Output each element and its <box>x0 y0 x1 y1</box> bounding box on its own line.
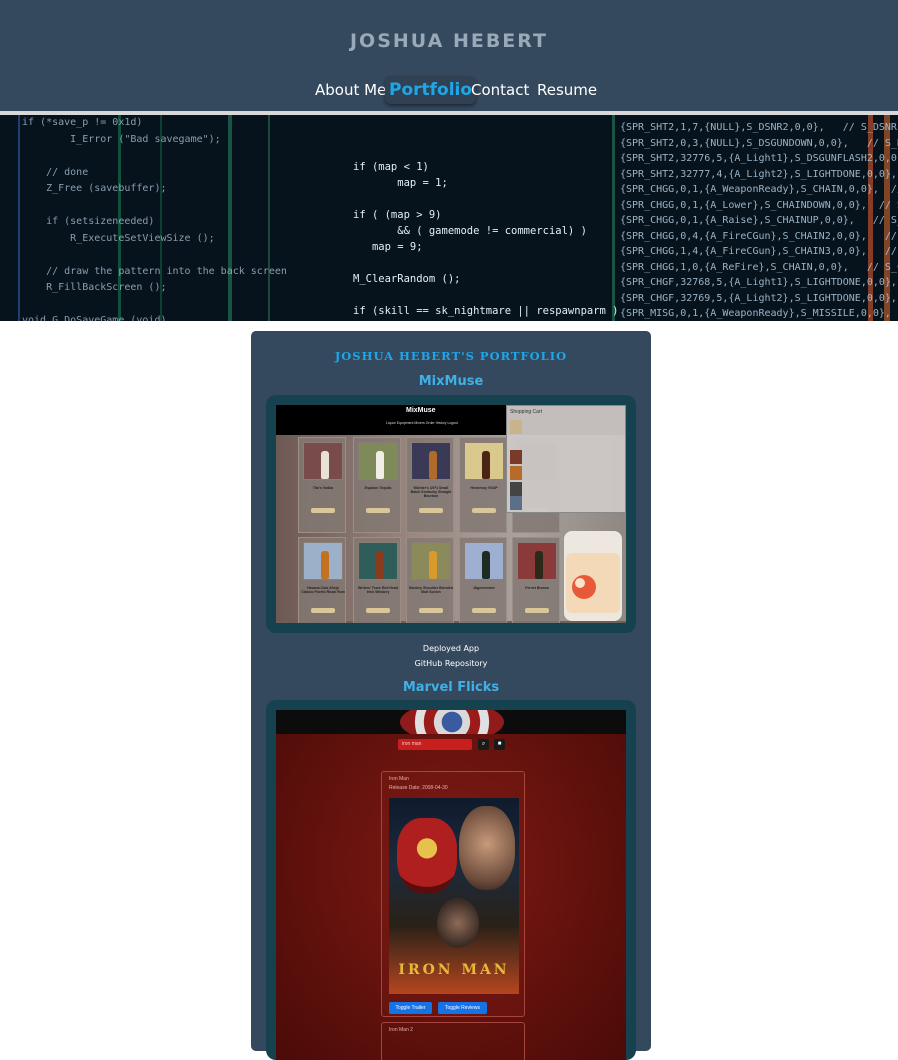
mixmuse-logo: MixMuse <box>406 407 436 414</box>
movie-title: Iron Man 2 <box>389 1027 413 1033</box>
search-icon: ⌕ <box>478 739 489 750</box>
movie-card: Iron Man 2 <box>381 1022 525 1060</box>
hero-code-left: if (*save_p != 0x1d) I_Error ("Bad saveg… <box>22 117 287 321</box>
marvel-search-input: iron man <box>398 739 472 750</box>
marvel-flicks-screenshot: iron man ⌕ ■ Iron Man Release Date: 2008… <box>276 710 626 1060</box>
toggle-trailer-button: Toggle Trailer <box>389 1002 432 1014</box>
movie-card: Iron Man Release Date: 2008-04-30 IRON M… <box>381 771 525 1017</box>
nav-resume[interactable]: Resume <box>537 76 597 104</box>
mixmuse-screenshot: MixMuse Liquor Equipment Mixers Order Hi… <box>276 405 626 623</box>
portfolio-heading: JOSHUA HEBERT'S PORTFOLIO <box>334 349 568 363</box>
hero-banner-image: if (*save_p != 0x1d) I_Error ("Bad saveg… <box>0 115 898 321</box>
trash-icon: ■ <box>494 739 505 750</box>
mixmuse-deployed-app-link[interactable]: Deployed App <box>251 644 651 653</box>
main-nav: About Me Portfolio Contact Resume <box>0 76 898 104</box>
product-card: Michter's US*1 Small Batch Kentucky Stra… <box>406 437 454 533</box>
site-header: JOSHUA HEBERT About Me Portfolio Contact… <box>0 0 898 111</box>
portfolio-card: JOSHUA HEBERT'S PORTFOLIO MixMuse MixMus… <box>251 331 651 1060</box>
mixmuse-screenshot-frame: MixMuse Liquor Equipment Mixers Order Hi… <box>266 395 636 633</box>
hero-code-right: {SPR_SHT2,1,7,{NULL},S_DSNR2,0,0}, // S_… <box>620 122 898 319</box>
marvel-flicks-screenshot-frame: iron man ⌕ ■ Iron Man Release Date: 2008… <box>266 700 636 1060</box>
product-card: Writers' Tears Red Head Irish Whiskey <box>353 537 401 623</box>
product-card: Havana Club Añejo Clásico Puerto Rican R… <box>298 537 346 623</box>
site-title: JOSHUA HEBERT <box>349 30 549 52</box>
product-card: Hennessy VSOP <box>459 437 507 533</box>
project-title-mixmuse: MixMuse <box>418 374 484 389</box>
movie-release-date: Release Date: 2008-04-30 <box>389 785 448 791</box>
hero-code-center: if (map < 1) map = 1; if ( (map > 9) && … <box>353 161 619 317</box>
product-card: Tito's Vodka <box>298 437 346 533</box>
product-card: Monkey Shoulder Blended Malt Scotch <box>406 537 454 623</box>
nav-about-me[interactable]: About Me <box>315 76 386 104</box>
mixmuse-shopping-cart: Shopping Cart <box>506 405 626 513</box>
iron-man-poster: IRON MAN <box>389 798 519 994</box>
poster-title: IRON MAN <box>398 962 510 978</box>
product-card: Fernet Branca <box>512 537 560 623</box>
mixmuse-nav-links: Liquor Equipment Mixers Order History Lo… <box>386 421 459 425</box>
product-card: Espolon Tequila <box>353 437 401 533</box>
nav-contact[interactable]: Contact <box>471 76 529 104</box>
product-card: Jägermeister <box>459 537 507 623</box>
movie-title: Iron Man <box>389 776 409 782</box>
toggle-reviews-button: Toggle Reviews <box>438 1002 487 1014</box>
nav-portfolio[interactable]: Portfolio <box>385 76 477 104</box>
project-title-marvel-flicks: Marvel Flicks <box>402 680 500 695</box>
mixmuse-github-link[interactable]: GitHub Repository <box>251 659 651 668</box>
cocktail-glass-image <box>560 531 626 621</box>
